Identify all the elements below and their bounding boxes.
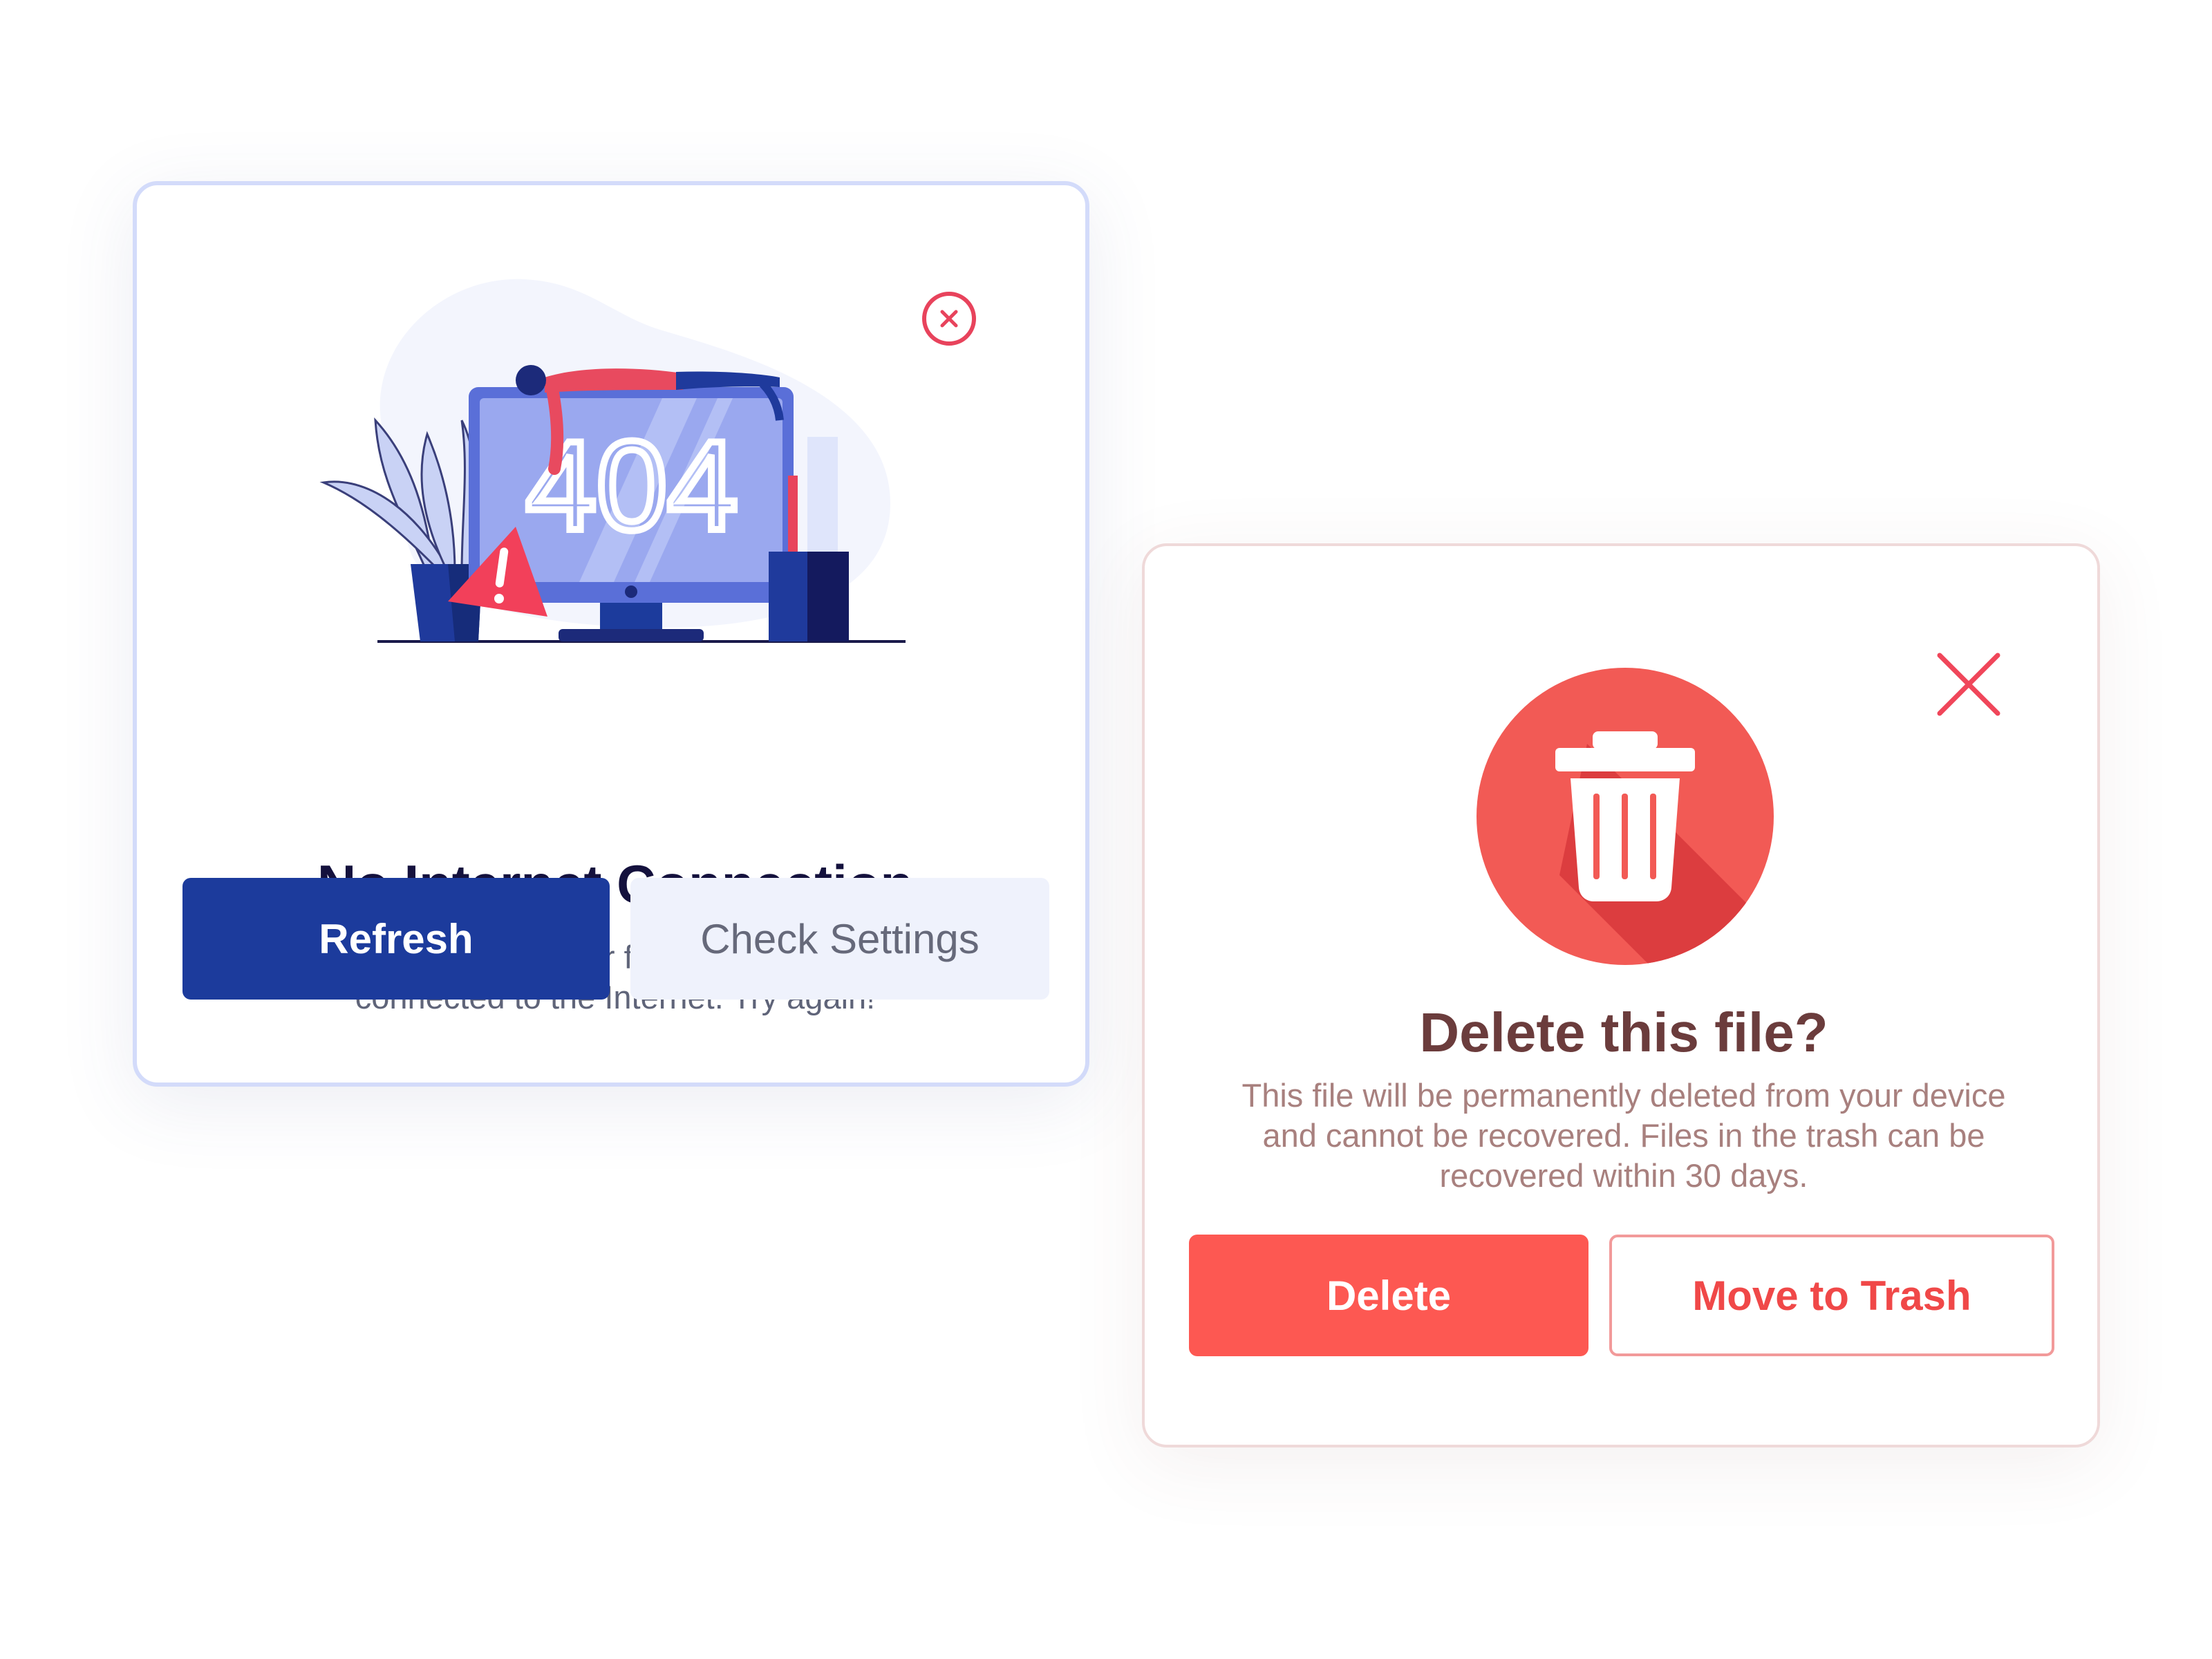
refresh-button-label: Refresh — [319, 915, 474, 962]
canvas: 404 No Internet Connection We failed to … — [0, 0, 2212, 1659]
trash-badge — [1477, 668, 1774, 965]
check-settings-button[interactable]: Check Settings — [630, 878, 1049, 1000]
move-to-trash-button[interactable]: Move to Trash — [1609, 1235, 2054, 1356]
no-internet-dialog: 404 No Internet Connection We failed to … — [133, 181, 1089, 1087]
move-to-trash-button-label: Move to Trash — [1692, 1272, 1971, 1319]
check-settings-button-label: Check Settings — [700, 915, 980, 962]
close-button[interactable] — [1933, 648, 2005, 720]
delete-button-label: Delete — [1326, 1272, 1452, 1319]
close-circle-button[interactable] — [922, 292, 976, 346]
dialog-title: Delete this file? — [1419, 1002, 1828, 1063]
monitor-neck — [600, 603, 662, 630]
monitor-base — [559, 629, 704, 641]
refresh-button[interactable]: Refresh — [182, 878, 610, 1000]
close-circle-icon — [940, 310, 958, 328]
dialog-description: This file will be permanently deleted fr… — [1241, 1077, 2006, 1194]
delete-button[interactable]: Delete — [1189, 1235, 1588, 1356]
close-x-icon — [1937, 653, 2000, 716]
delete-file-dialog: Delete this file? This file will be perm… — [1142, 543, 2100, 1447]
computer-404-illustration: 404 — [319, 279, 906, 643]
